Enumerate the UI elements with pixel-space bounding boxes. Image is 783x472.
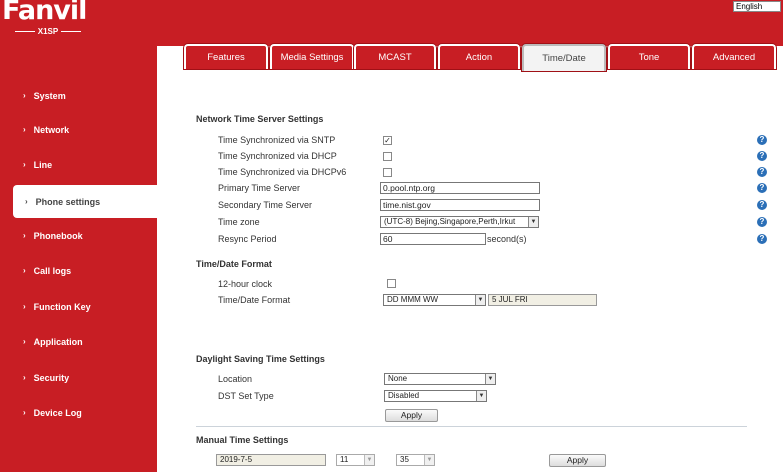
tab-bar: Features Media Settings MCAST Action Tim… xyxy=(158,44,783,71)
sidebar-item-application[interactable]: › Application xyxy=(0,325,157,358)
sidebar-item-label: Phonebook xyxy=(33,230,83,241)
help-icon[interactable]: ? xyxy=(757,200,767,210)
tab-media-settings[interactable]: Media Settings xyxy=(270,44,354,69)
sidebar: › System › Network › Line › Phone settings ›… xyxy=(0,46,157,472)
sidebar-item-call-logs[interactable]: › Call logs xyxy=(0,254,157,287)
time-format-select[interactable]: DD MMM WW ▼ xyxy=(383,294,486,306)
chevron-down-icon: ▼ xyxy=(485,374,495,384)
secondary-server-label: Secondary Time Server xyxy=(218,200,313,210)
sidebar-item-label: System xyxy=(33,90,66,101)
primary-server-input[interactable]: 0.pool.ntp.org xyxy=(380,182,540,194)
chevron-right-icon: › xyxy=(23,408,26,417)
chevron-right-icon: › xyxy=(25,197,28,206)
tab-advanced[interactable]: Advanced xyxy=(692,44,776,69)
chevron-right-icon: › xyxy=(23,266,26,275)
sidebar-item-label: Device Log xyxy=(33,407,82,418)
chevron-down-icon: ▼ xyxy=(528,217,538,227)
timezone-label: Time zone xyxy=(218,217,260,227)
primary-server-label: Primary Time Server xyxy=(218,183,301,193)
dst-type-value: Disabled xyxy=(388,391,420,400)
tab-mcast[interactable]: MCAST xyxy=(354,44,436,69)
dst-location-select[interactable]: None ▼ xyxy=(384,373,496,385)
sntp-checkbox[interactable]: ✓ xyxy=(383,136,392,145)
sidebar-item-label: Application xyxy=(33,336,83,347)
section-title-time-format: Time/Date Format xyxy=(196,259,272,269)
resync-unit: second(s) xyxy=(487,234,527,244)
app-window: Fanvil X1SP English › System › Network › Li… xyxy=(0,0,783,472)
secondary-server-input[interactable]: time.nist.gov xyxy=(380,199,540,211)
help-icon[interactable]: ? xyxy=(757,151,767,161)
top-bar: Fanvil X1SP English xyxy=(0,0,783,46)
resync-input[interactable]: 60 xyxy=(380,233,486,245)
chevron-down-icon: ▼ xyxy=(475,295,485,305)
sidebar-item-label: Call logs xyxy=(33,265,72,276)
chevron-right-icon: › xyxy=(23,231,26,240)
dst-location-label: Location xyxy=(218,374,253,384)
tab-action[interactable]: Action xyxy=(438,44,520,69)
section-title-dst: Daylight Saving Time Settings xyxy=(196,354,325,364)
dst-apply-button[interactable]: Apply xyxy=(385,409,438,422)
dhcpv6-label: Time Synchronized via DHCPv6 xyxy=(218,167,347,177)
help-icon[interactable]: ? xyxy=(757,183,767,193)
clock12-label: 12-hour clock xyxy=(218,279,273,289)
chevron-right-icon: › xyxy=(23,373,26,382)
manual-apply-button[interactable]: Apply xyxy=(549,454,606,467)
manual-hour-value: 11 xyxy=(340,455,349,464)
dst-type-label: DST Set Type xyxy=(218,391,274,401)
dhcp-label: Time Synchronized via DHCP xyxy=(218,151,337,161)
help-icon[interactable]: ? xyxy=(757,135,767,145)
sidebar-item-security[interactable]: › Security xyxy=(0,361,157,394)
chevron-right-icon: › xyxy=(23,160,26,169)
sidebar-item-device-log[interactable]: › Device Log xyxy=(0,396,157,429)
manual-minute-value: 35 xyxy=(400,455,409,464)
dhcpv6-checkbox[interactable] xyxy=(383,168,392,177)
tab-tone[interactable]: Tone xyxy=(608,44,690,69)
manual-date-field[interactable]: 2019-7-5 xyxy=(216,454,326,466)
sidebar-item-network[interactable]: › Network xyxy=(0,113,157,146)
chevron-right-icon: › xyxy=(23,302,26,311)
chevron-down-icon: ▼ xyxy=(364,455,374,465)
sidebar-item-label: Security xyxy=(33,372,70,383)
sidebar-item-label: Function Key xyxy=(33,301,91,312)
resync-label: Resync Period xyxy=(218,234,277,244)
manual-hour-select[interactable]: 11 ▼ xyxy=(336,454,375,466)
help-icon[interactable]: ? xyxy=(757,167,767,177)
sidebar-item-phonebook[interactable]: › Phonebook xyxy=(0,219,157,252)
timezone-value: (UTC-8) Bejing,Singapore,Perth,Irkut xyxy=(384,217,516,226)
time-format-label: Time/Date Format xyxy=(218,295,291,305)
manual-minute-select[interactable]: 35 ▼ xyxy=(396,454,435,466)
sidebar-item-label: Network xyxy=(33,124,70,135)
timezone-select[interactable]: (UTC-8) Bejing,Singapore,Perth,Irkut ▼ xyxy=(380,216,539,228)
help-icon[interactable]: ? xyxy=(757,234,767,244)
sidebar-item-system[interactable]: › System xyxy=(0,79,157,112)
language-select[interactable]: English xyxy=(733,1,781,12)
sidebar-item-line[interactable]: › Line xyxy=(0,148,157,181)
chevron-right-icon: › xyxy=(23,125,26,134)
sidebar-item-label: Line xyxy=(33,159,53,170)
time-format-preview: 5 JUL FRI xyxy=(488,294,597,306)
chevron-down-icon: ▼ xyxy=(476,391,486,401)
divider xyxy=(196,426,747,427)
content-panel xyxy=(158,70,783,472)
sidebar-item-label: Phone settings xyxy=(35,196,101,207)
chevron-right-icon: › xyxy=(23,337,26,346)
sidebar-item-function-key[interactable]: › Function Key xyxy=(0,290,157,323)
chevron-down-icon: ▼ xyxy=(424,455,434,465)
dst-type-select[interactable]: Disabled ▼ xyxy=(384,390,487,402)
tab-features[interactable]: Features xyxy=(184,44,268,69)
time-format-value: DD MMM WW xyxy=(387,295,439,304)
dst-location-value: None xyxy=(388,374,408,383)
fanvil-logo: Fanvil X1SP xyxy=(0,0,95,38)
clock12-checkbox[interactable] xyxy=(387,279,396,288)
section-title-manual: Manual Time Settings xyxy=(196,435,289,445)
chevron-right-icon: › xyxy=(23,91,26,100)
tab-time-date[interactable]: Time/Date xyxy=(522,44,606,71)
logo-brand: Fanvil xyxy=(2,0,87,26)
help-icon[interactable]: ? xyxy=(757,217,767,227)
sidebar-item-phone-settings[interactable]: › Phone settings xyxy=(13,185,157,218)
section-title-network-time: Network Time Server Settings xyxy=(196,114,324,124)
dhcp-checkbox[interactable] xyxy=(383,152,392,161)
sntp-label: Time Synchronized via SNTP xyxy=(218,135,336,145)
logo-model: X1SP xyxy=(37,27,59,36)
